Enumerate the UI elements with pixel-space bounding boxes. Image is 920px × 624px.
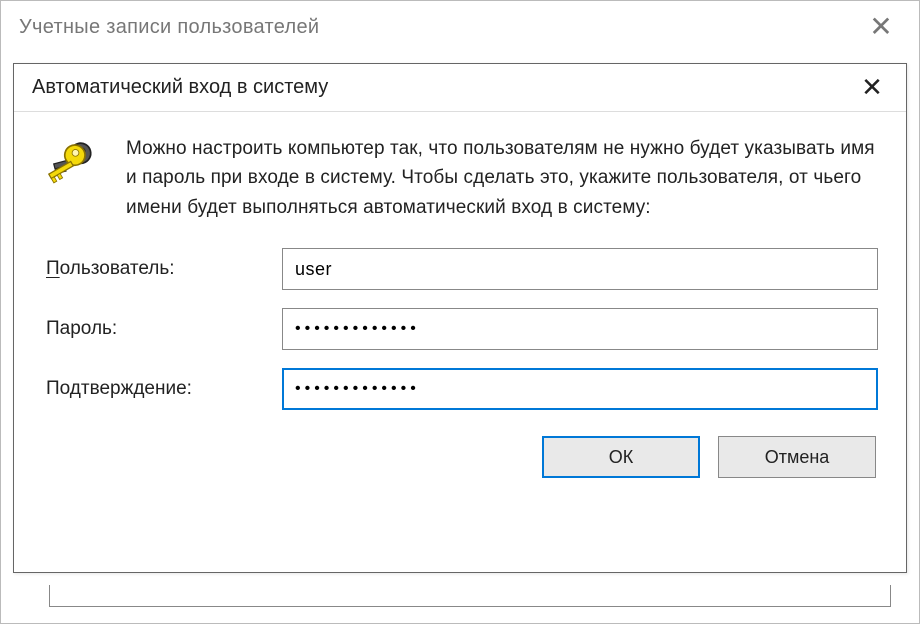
- ok-button[interactable]: ОК: [542, 436, 700, 478]
- autologin-dialog: Автоматический вход в систему ✕: [13, 63, 907, 573]
- user-label: Пользователь:: [44, 258, 282, 280]
- button-row: ОК Отмена: [44, 436, 878, 478]
- parent-close-button[interactable]: ✕: [861, 7, 901, 47]
- user-input[interactable]: [282, 248, 878, 290]
- intro-row: Можно настроить компьютер так, что польз…: [44, 134, 878, 222]
- password-row: Пароль:: [44, 308, 878, 350]
- keys-icon: [44, 138, 98, 192]
- user-row: Пользователь:: [44, 248, 878, 290]
- intro-text: Можно настроить компьютер так, что польз…: [126, 134, 878, 222]
- confirm-row: Подтверждение:: [44, 368, 878, 410]
- dialog-body: Можно настроить компьютер так, что польз…: [14, 112, 906, 496]
- cancel-button[interactable]: Отмена: [718, 436, 876, 478]
- dialog-close-button[interactable]: ✕: [852, 72, 892, 103]
- parent-titlebar: Учетные записи пользователей ✕: [1, 1, 919, 53]
- user-label-accel: П: [46, 258, 60, 279]
- background-groupbox-fragment: [49, 585, 891, 607]
- confirm-label: Подтверждение:: [44, 378, 282, 400]
- dialog-title: Автоматический вход в систему: [32, 76, 328, 99]
- dialog-titlebar: Автоматический вход в систему ✕: [14, 64, 906, 112]
- password-label: Пароль:: [44, 318, 282, 340]
- parent-title: Учетные записи пользователей: [19, 16, 319, 39]
- parent-window: Учетные записи пользователей ✕ Автоматич…: [0, 0, 920, 624]
- user-label-rest: ользователь:: [60, 258, 175, 279]
- password-input[interactable]: [282, 308, 878, 350]
- confirm-input[interactable]: [282, 368, 878, 410]
